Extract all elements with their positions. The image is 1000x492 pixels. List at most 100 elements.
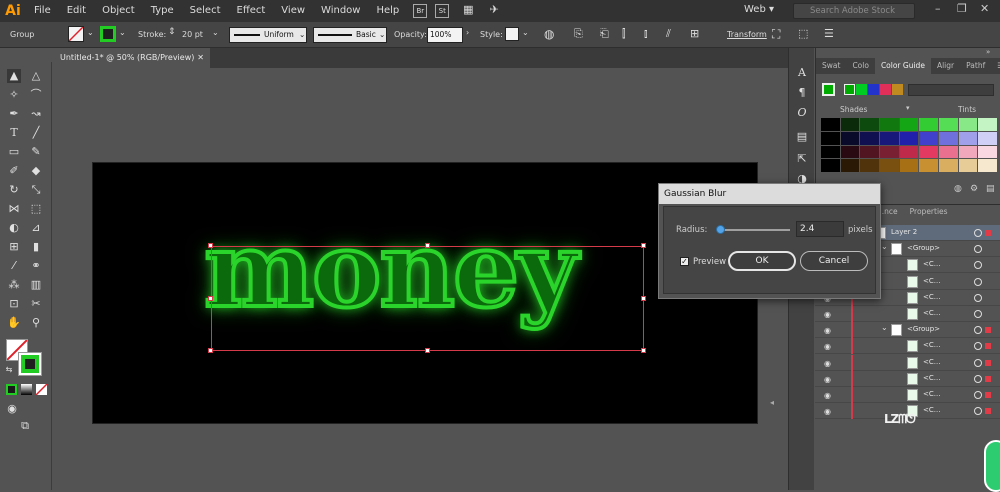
line-tool-icon[interactable]: ╱ — [29, 126, 43, 140]
restore-icon[interactable]: ❐ — [957, 2, 967, 15]
radius-slider-thumb[interactable] — [716, 225, 725, 234]
selection-indicator[interactable] — [985, 375, 991, 382]
limit-color-icon[interactable]: ◍ — [954, 184, 962, 194]
shaper-tool-icon[interactable]: ✐ — [7, 164, 21, 178]
screen-mode-icon[interactable]: ⧉ — [18, 419, 32, 433]
fill-swatch[interactable] — [68, 26, 84, 42]
color-variation-cell[interactable] — [879, 131, 899, 145]
color-variation-cell[interactable] — [958, 145, 978, 159]
visibility-eye-icon[interactable]: ◉ — [824, 326, 831, 335]
color-variation-cell[interactable] — [958, 131, 978, 145]
visibility-eye-icon[interactable]: ◉ — [824, 342, 831, 351]
layer-row[interactable]: ◉ <C... — [815, 370, 1000, 387]
color-variation-cell[interactable] — [899, 159, 919, 172]
distribute-center-icon[interactable]: ⫾ — [644, 27, 648, 41]
stroke-stepper-icon[interactable]: ⇕ — [168, 27, 176, 37]
menu-window[interactable]: Window — [313, 0, 368, 22]
minimize-icon[interactable]: – — [935, 2, 941, 15]
blend-tool-icon[interactable]: ⚭ — [29, 259, 43, 273]
target-circle-icon[interactable] — [974, 342, 982, 351]
artboard-tool-icon[interactable]: ⊡ — [7, 297, 21, 311]
stroke-color-box[interactable] — [18, 352, 42, 376]
selection-indicator[interactable] — [985, 359, 991, 366]
select-similar-icon[interactable]: ⬚ — [798, 27, 808, 40]
target-circle-icon[interactable] — [974, 261, 982, 270]
color-variation-cell[interactable] — [919, 159, 938, 172]
workspace-switcher[interactable]: Web ▾ — [744, 4, 774, 15]
opentype-panel-icon[interactable]: O — [795, 106, 809, 120]
cancel-button[interactable]: Cancel — [800, 251, 868, 271]
preview-checkbox[interactable]: ✓ — [680, 257, 689, 266]
draw-mode-icon[interactable]: ◉ — [5, 402, 19, 416]
target-circle-icon[interactable] — [974, 277, 982, 286]
selection-tool-icon[interactable]: ▲ — [7, 69, 21, 83]
expand-chevron-icon[interactable]: ⌄ — [881, 242, 888, 251]
selection-indicator[interactable] — [985, 327, 991, 334]
color-variation-cell[interactable] — [938, 118, 958, 131]
harmony-swatch-1[interactable] — [844, 84, 855, 95]
color-variations-grid[interactable] — [821, 118, 997, 172]
distribute-right-icon[interactable]: ⫽ — [666, 27, 671, 41]
harmony-swatch-3[interactable] — [868, 84, 879, 95]
gradient-tool-icon[interactable]: ▮ — [29, 240, 43, 254]
stock-icon[interactable]: St — [435, 4, 450, 18]
gpu-performance-icon[interactable]: ✈ — [487, 4, 501, 18]
width-tool-icon[interactable]: ⋈ — [7, 202, 21, 216]
color-variation-cell[interactable] — [978, 159, 997, 172]
color-variation-cell[interactable] — [860, 131, 879, 145]
paragraph-panel-icon[interactable]: ¶ — [795, 86, 809, 100]
color-variation-cell[interactable] — [860, 118, 879, 131]
layer-row[interactable]: ◉ <C... — [815, 338, 1000, 355]
color-variation-cell[interactable] — [821, 145, 840, 159]
bridge-icon[interactable]: Br — [413, 4, 428, 18]
color-variation-cell[interactable] — [938, 159, 958, 172]
visibility-eye-icon[interactable]: ◉ — [824, 407, 831, 416]
tab-color-guide[interactable]: Color Guide — [874, 58, 931, 74]
distribute-left-icon[interactable]: ⫿ — [622, 27, 626, 41]
color-variation-cell[interactable] — [821, 131, 840, 145]
menu-help[interactable]: Help — [368, 0, 407, 22]
menu-type[interactable]: Type — [143, 0, 182, 22]
opacity-arrow-icon[interactable]: › — [466, 28, 469, 37]
mesh-tool-icon[interactable]: ⊞ — [7, 240, 21, 254]
swap-fill-stroke-icon[interactable]: ⇆ — [2, 363, 16, 377]
color-variation-cell[interactable] — [978, 145, 997, 159]
selection-indicator[interactable] — [985, 343, 991, 350]
menu-view[interactable]: View — [273, 0, 313, 22]
brush-definition-dropdown[interactable]: Basic ⌄ — [313, 27, 387, 43]
hand-tool-icon[interactable]: ✋ — [7, 316, 21, 330]
color-variation-cell[interactable] — [821, 118, 840, 131]
fill-dropdown-icon[interactable]: ⌄ — [87, 28, 94, 37]
visibility-eye-icon[interactable]: ◉ — [824, 375, 831, 384]
panel-menu-icon[interactable]: ☰ — [991, 58, 1000, 74]
arrange-documents-icon[interactable]: ▦ — [461, 4, 475, 18]
opacity-input[interactable]: 100% — [427, 27, 463, 43]
dialog-title[interactable]: Gaussian Blur — [659, 184, 880, 204]
harmony-swatch-4[interactable] — [880, 84, 891, 95]
expand-chevron-icon[interactable]: ⌄ — [881, 323, 888, 332]
color-variation-cell[interactable] — [879, 118, 899, 131]
free-transform-tool-icon[interactable]: ⬚ — [29, 202, 43, 216]
harmony-rules-dropdown[interactable] — [908, 84, 994, 96]
scale-tool-icon[interactable]: ⤡ — [29, 183, 43, 197]
magic-wand-tool-icon[interactable]: ✧ — [7, 88, 21, 102]
save-color-group-icon[interactable]: ▤ — [986, 184, 995, 194]
column-graph-tool-icon[interactable]: ▥ — [29, 278, 43, 292]
rotate-tool-icon[interactable]: ↻ — [7, 183, 21, 197]
color-variation-cell[interactable] — [879, 145, 899, 159]
pen-tool-icon[interactable]: ✒ — [7, 107, 21, 121]
color-variation-cell[interactable] — [840, 131, 860, 145]
direct-selection-tool-icon[interactable]: △ — [29, 69, 43, 83]
selection-indicator[interactable] — [985, 408, 991, 415]
eyedropper-tool-icon[interactable]: ⁄ — [7, 259, 21, 273]
color-variation-cell[interactable] — [919, 145, 938, 159]
color-variation-cell[interactable] — [860, 145, 879, 159]
export-panel-icon[interactable]: ⇱ — [795, 152, 809, 166]
rectangle-tool-icon[interactable]: ▭ — [7, 145, 21, 159]
vertical-scrollbar[interactable]: ◂ — [770, 398, 778, 408]
color-variation-cell[interactable] — [899, 118, 919, 131]
layer-row[interactable]: ◉ <C... — [815, 306, 1000, 322]
paintbrush-tool-icon[interactable]: ✎ — [29, 145, 43, 159]
target-circle-icon[interactable] — [974, 310, 982, 318]
variable-width-profile-dropdown[interactable]: Uniform ⌄ — [229, 27, 307, 43]
